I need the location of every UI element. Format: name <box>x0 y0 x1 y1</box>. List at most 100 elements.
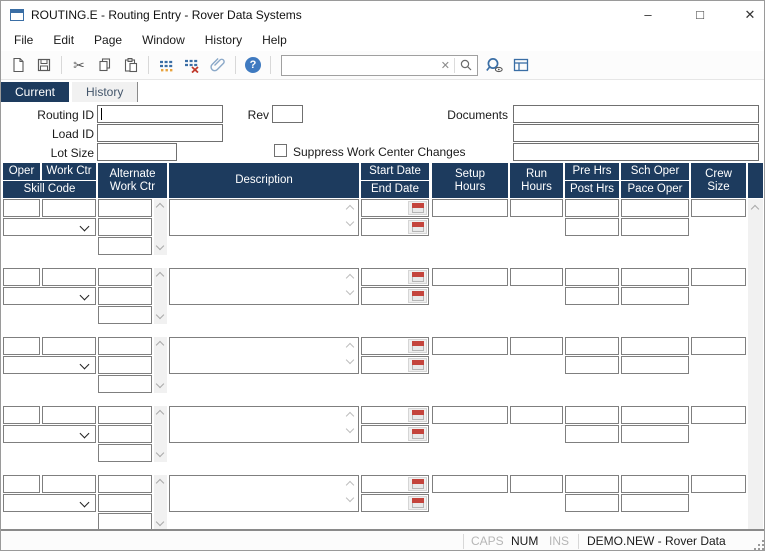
crew-size-input[interactable] <box>691 199 746 217</box>
close-button[interactable]: ✕ <box>733 1 765 29</box>
alternate-work-ctr-input-1[interactable] <box>98 337 152 355</box>
oper-input[interactable] <box>3 268 40 286</box>
run-hours-input[interactable] <box>510 337 563 355</box>
documents-input-2[interactable] <box>513 124 759 142</box>
menu-file[interactable]: File <box>4 29 43 51</box>
end-date-input[interactable] <box>361 425 429 443</box>
post-hrs-input[interactable] <box>565 494 619 512</box>
scroll-down-icon[interactable] <box>156 242 164 250</box>
calendar-button[interactable] <box>408 220 427 234</box>
alternate-work-ctr-input-2[interactable] <box>98 356 152 374</box>
skill-code-select[interactable] <box>3 218 96 236</box>
tab-current[interactable]: Current <box>1 82 69 102</box>
crew-size-input[interactable] <box>691 268 746 286</box>
start-date-input[interactable] <box>361 337 429 355</box>
run-hours-input[interactable] <box>510 268 563 286</box>
calendar-button[interactable] <box>408 477 427 491</box>
insert-rows-icon[interactable] <box>154 53 178 77</box>
alternate-work-ctr-input-1[interactable] <box>98 475 152 493</box>
pace-oper-input[interactable] <box>621 425 689 443</box>
alternate-work-ctr-input-2[interactable] <box>98 425 152 443</box>
alternate-scrollbar[interactable] <box>154 268 167 324</box>
pace-oper-input[interactable] <box>621 356 689 374</box>
description-input[interactable] <box>169 268 359 305</box>
post-hrs-input[interactable] <box>565 356 619 374</box>
end-date-input[interactable] <box>361 218 429 236</box>
rev-input[interactable] <box>272 105 303 123</box>
pace-oper-input[interactable] <box>621 494 689 512</box>
calendar-button[interactable] <box>408 427 427 441</box>
scroll-down-icon[interactable] <box>346 425 354 433</box>
header-post-hrs[interactable]: Post Hrs <box>565 181 619 198</box>
skill-code-select[interactable] <box>3 425 96 443</box>
post-hrs-input[interactable] <box>565 218 619 236</box>
sch-oper-input[interactable] <box>621 199 689 217</box>
sch-oper-input[interactable] <box>621 406 689 424</box>
header-run-hours[interactable]: Run Hours <box>510 163 563 198</box>
header-skill-code[interactable]: Skill Code <box>3 181 96 198</box>
pre-hrs-input[interactable] <box>565 337 619 355</box>
pre-hrs-input[interactable] <box>565 475 619 493</box>
start-date-input[interactable] <box>361 475 429 493</box>
help-icon[interactable]: ? <box>241 53 265 77</box>
calendar-button[interactable] <box>408 339 427 353</box>
documents-input-1[interactable] <box>513 105 759 123</box>
menu-page[interactable]: Page <box>84 29 132 51</box>
alternate-work-ctr-input-3[interactable] <box>98 375 152 393</box>
calendar-button[interactable] <box>408 201 427 215</box>
header-setup-hours[interactable]: Setup Hours <box>432 163 508 198</box>
scroll-up-icon[interactable] <box>346 205 354 213</box>
sch-oper-input[interactable] <box>621 337 689 355</box>
header-oper[interactable]: Oper <box>3 163 40 180</box>
cut-icon[interactable]: ✂ <box>67 53 91 77</box>
crew-size-input[interactable] <box>691 475 746 493</box>
layout-icon[interactable] <box>509 53 533 77</box>
header-pace-oper[interactable]: Pace Oper <box>621 181 689 198</box>
routing-id-input[interactable] <box>97 105 223 123</box>
work-ctr-input[interactable] <box>42 268 96 286</box>
scroll-down-icon[interactable] <box>346 494 354 502</box>
description-input[interactable] <box>169 199 359 236</box>
load-id-input[interactable] <box>97 124 223 142</box>
tab-history[interactable]: History <box>72 82 138 102</box>
calendar-button[interactable] <box>408 408 427 422</box>
copy-icon[interactable] <box>93 53 117 77</box>
scroll-down-icon[interactable] <box>156 518 164 526</box>
end-date-input[interactable] <box>361 494 429 512</box>
alternate-work-ctr-input-3[interactable] <box>98 513 152 530</box>
setup-hours-input[interactable] <box>432 337 508 355</box>
menu-history[interactable]: History <box>195 29 252 51</box>
calendar-button[interactable] <box>408 270 427 284</box>
alternate-work-ctr-input-3[interactable] <box>98 237 152 255</box>
search-clear-icon[interactable]: ✕ <box>437 59 454 72</box>
header-end-date[interactable]: End Date <box>361 181 429 198</box>
run-hours-input[interactable] <box>510 475 563 493</box>
scroll-up-icon[interactable] <box>346 412 354 420</box>
maximize-button[interactable]: □ <box>683 1 717 29</box>
post-hrs-input[interactable] <box>565 287 619 305</box>
header-sch-oper[interactable]: Sch Oper <box>621 163 689 180</box>
pre-hrs-input[interactable] <box>565 268 619 286</box>
oper-input[interactable] <box>3 337 40 355</box>
description-input[interactable] <box>169 475 359 512</box>
documents-input-3[interactable] <box>513 143 759 161</box>
lot-size-input[interactable] <box>97 143 177 161</box>
scroll-up-icon[interactable] <box>346 343 354 351</box>
pre-hrs-input[interactable] <box>565 406 619 424</box>
sch-oper-input[interactable] <box>621 475 689 493</box>
alternate-work-ctr-input-1[interactable] <box>98 199 152 217</box>
alternate-scrollbar[interactable] <box>154 337 167 393</box>
scroll-down-icon[interactable] <box>346 356 354 364</box>
scroll-down-icon[interactable] <box>156 311 164 319</box>
alternate-scrollbar[interactable] <box>154 406 167 462</box>
alternate-scrollbar[interactable] <box>154 199 167 255</box>
alternate-work-ctr-input-3[interactable] <box>98 444 152 462</box>
paste-icon[interactable] <box>119 53 143 77</box>
run-hours-input[interactable] <box>510 199 563 217</box>
work-ctr-input[interactable] <box>42 337 96 355</box>
grid-vertical-scrollbar[interactable] <box>748 199 763 529</box>
header-description[interactable]: Description <box>169 163 359 198</box>
scroll-up-icon[interactable] <box>156 203 164 211</box>
alternate-work-ctr-input-2[interactable] <box>98 287 152 305</box>
alternate-work-ctr-input-1[interactable] <box>98 406 152 424</box>
